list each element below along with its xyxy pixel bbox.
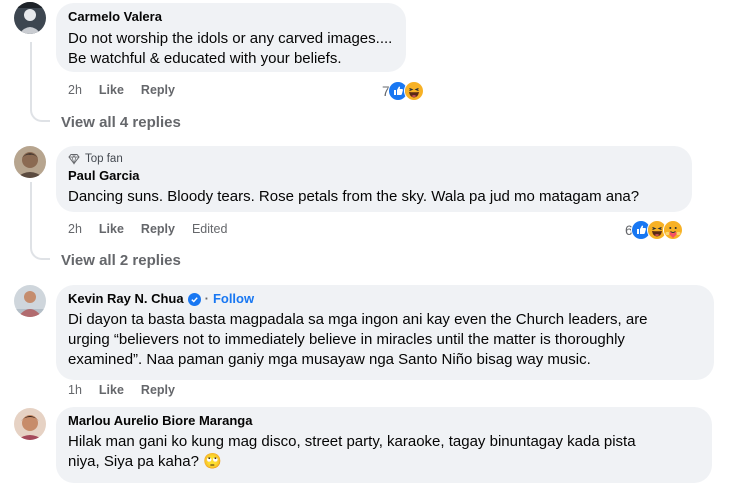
diamond-icon (68, 154, 80, 165)
comment-timestamp[interactable]: 1h (68, 383, 82, 397)
reaction-summary[interactable]: 6 (625, 220, 683, 240)
verified-badge-icon (187, 292, 201, 306)
comment-timestamp[interactable]: 2h (68, 222, 82, 236)
thread-connector-curve (30, 106, 50, 122)
thread-connector-curve (30, 244, 50, 260)
comment-bubble: Top fan Paul Garcia Dancing suns. Bloody… (56, 146, 692, 212)
like-button[interactable]: Like (99, 383, 124, 397)
comment-text: Hilak man gani ko kung mag disco, street… (68, 433, 636, 470)
edited-label: Edited (191, 222, 228, 236)
comment-bubble: Kevin Ray N. Chua · Follow Di dayon ta b… (56, 285, 714, 380)
comment-text: Do not worship the idols or any carved i… (68, 30, 393, 67)
like-button[interactable]: Like (99, 83, 124, 97)
comment-actions: 2h Like Reply (68, 83, 192, 97)
view-replies-link[interactable]: View all 2 replies (61, 252, 181, 269)
comment-text: Dancing suns. Bloody tears. Rose petals … (68, 188, 640, 205)
avatar[interactable] (14, 408, 46, 440)
thread-connector (30, 42, 32, 108)
reply-button[interactable]: Reply (141, 222, 175, 236)
comment-bubble: Carmelo Valera Do not worship the idols … (56, 3, 406, 72)
comment-author[interactable]: Marlou Aurelio Biore Maranga (68, 413, 700, 429)
comments-section: Carmelo Valera Do not worship the idols … (0, 0, 750, 483)
comment-actions: 2h Like Reply Edited (68, 222, 227, 236)
comment-actions: 1h Like Reply (68, 383, 192, 397)
reply-button[interactable]: Reply (141, 83, 175, 97)
avatar[interactable] (14, 146, 46, 178)
haha-reaction-icon (403, 81, 424, 101)
avatar[interactable] (14, 2, 46, 34)
thread-connector (30, 182, 32, 246)
reply-button[interactable]: Reply (141, 383, 175, 397)
comment-author-row: Kevin Ray N. Chua · Follow (68, 291, 702, 307)
like-button[interactable]: Like (99, 222, 124, 236)
comment-author[interactable]: Kevin Ray N. Chua (68, 291, 184, 307)
view-replies-link[interactable]: View all 4 replies (61, 114, 181, 131)
reaction-summary[interactable]: 7 (382, 81, 424, 101)
comment-author[interactable]: Carmelo Valera (68, 9, 394, 25)
separator-dot: · (204, 291, 209, 306)
follow-button[interactable]: Follow (213, 291, 254, 307)
comment-author[interactable]: Paul Garcia (68, 168, 680, 184)
comment-text: Di dayon ta basta basta magpadala sa mga… (68, 311, 648, 368)
avatar[interactable] (14, 285, 46, 317)
comment-timestamp[interactable]: 2h (68, 83, 82, 97)
care-reaction-icon (662, 220, 683, 240)
comment-bubble: Marlou Aurelio Biore Maranga Hilak man g… (56, 407, 712, 483)
top-fan-badge: Top fan (68, 152, 680, 166)
